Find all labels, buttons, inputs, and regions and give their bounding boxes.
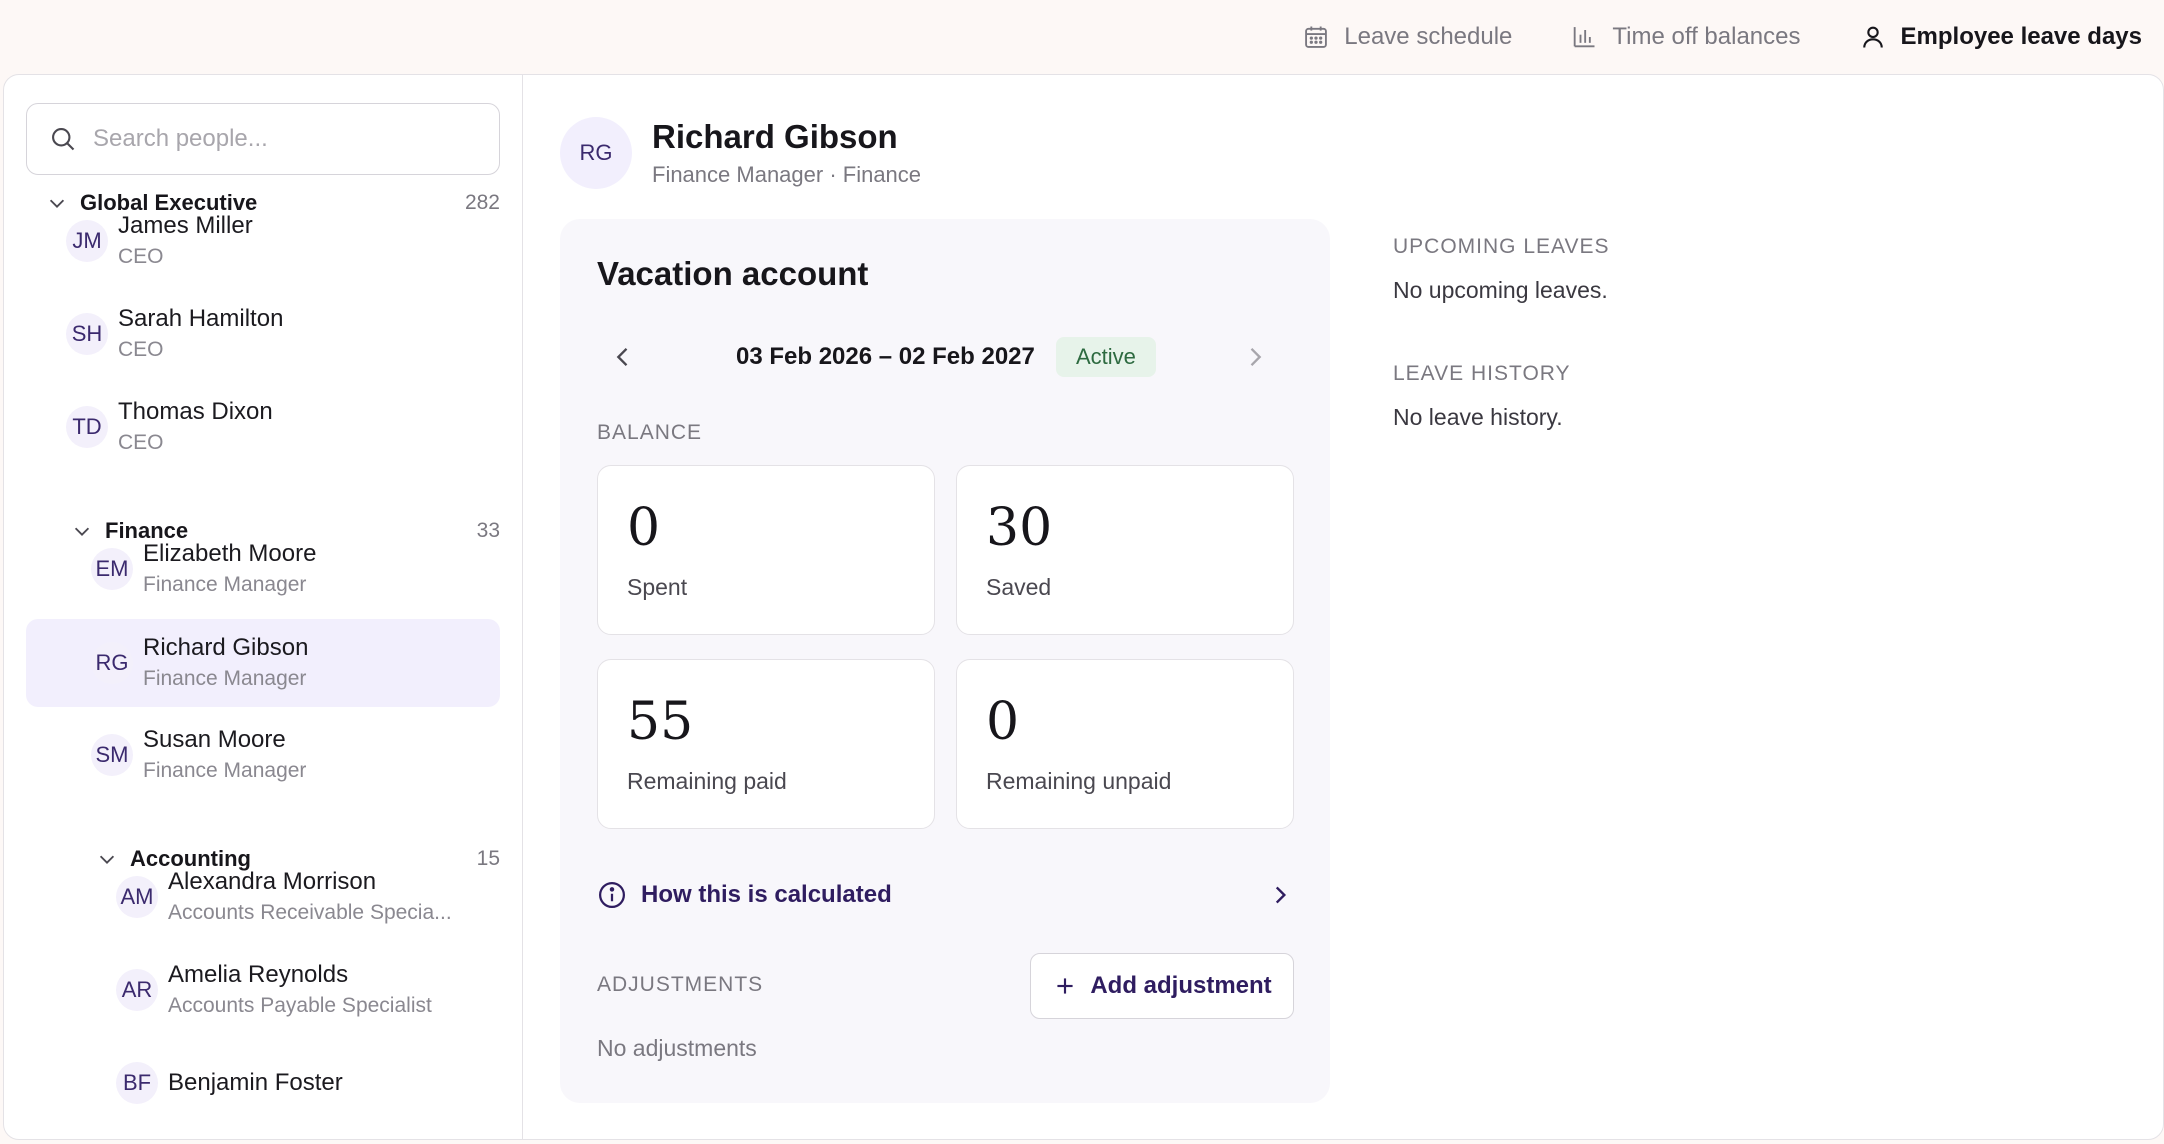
nav-employee-leave-days[interactable]: Employee leave days bbox=[1859, 23, 2142, 51]
avatar: AR bbox=[116, 969, 158, 1011]
list-item-richard-gibson[interactable]: RG Richard Gibson Finance Manager bbox=[26, 619, 500, 707]
chevron-left-icon[interactable] bbox=[609, 343, 637, 371]
person-name: James Miller bbox=[118, 212, 253, 239]
stat-value: 30 bbox=[986, 498, 1053, 558]
person-role: Accounts Payable Specialist bbox=[168, 994, 432, 1017]
stat-remaining-paid: 55 Remaining paid bbox=[597, 659, 935, 829]
search-input[interactable] bbox=[93, 125, 473, 153]
avatar: JM bbox=[66, 220, 108, 262]
person-name: Elizabeth Moore bbox=[143, 540, 317, 567]
people-sidebar: Global Executive 282 JM James Miller CEO… bbox=[4, 75, 523, 1139]
person-role: Finance Manager bbox=[143, 667, 307, 690]
stat-label: Remaining unpaid bbox=[986, 768, 1172, 794]
search-box[interactable] bbox=[26, 103, 500, 175]
person-name: Alexandra Morrison bbox=[168, 868, 377, 895]
calendar-icon bbox=[1305, 26, 1328, 48]
list-item-amelia-reynolds[interactable]: AR Amelia Reynolds Accounts Payable Spec… bbox=[116, 946, 500, 1034]
employee-subtitle: Finance Manager · Finance bbox=[652, 162, 922, 187]
person-role: Accounts Receivable Specia... bbox=[168, 901, 452, 924]
add-adjustment-label: Add adjustment bbox=[1090, 972, 1272, 999]
nav-label: Leave schedule bbox=[1344, 23, 1513, 50]
chevron-down-icon bbox=[99, 855, 115, 864]
upcoming-leaves-text: No upcoming leaves. bbox=[1393, 277, 1608, 303]
avatar: AM bbox=[116, 876, 158, 918]
period-selector: 03 Feb 2026 – 02 Feb 2027 Active bbox=[597, 337, 1293, 377]
leave-history-text: No leave history. bbox=[1393, 404, 1563, 430]
leaves-summary: UPCOMING LEAVES No upcoming leaves. LEAV… bbox=[1393, 235, 1610, 431]
plus-icon bbox=[1057, 978, 1073, 994]
employee-header: RG Richard Gibson Finance Manager · Fina… bbox=[560, 115, 921, 191]
card-title: Vacation account bbox=[597, 255, 869, 292]
person-role: Finance Manager bbox=[143, 573, 307, 596]
stat-label: Remaining paid bbox=[627, 768, 787, 794]
stat-value: 55 bbox=[627, 692, 694, 752]
avatar: EM bbox=[91, 548, 133, 590]
person-role: Finance Manager bbox=[143, 759, 307, 782]
avatar: SM bbox=[91, 734, 133, 776]
person-name: Susan Moore bbox=[143, 726, 286, 753]
list-item-susan-moore[interactable]: SM Susan Moore Finance Manager bbox=[91, 711, 500, 799]
nav-label: Time off balances bbox=[1612, 23, 1801, 50]
person-name: Richard Gibson bbox=[143, 634, 309, 661]
person-name: Benjamin Foster bbox=[168, 1069, 343, 1096]
stat-remaining-unpaid: 0 Remaining unpaid bbox=[956, 659, 1294, 829]
bar-chart-icon bbox=[1574, 27, 1595, 48]
person-name: Thomas Dixon bbox=[118, 398, 273, 425]
chevron-down-icon bbox=[49, 199, 65, 208]
stat-label: Saved bbox=[986, 574, 1052, 600]
how-calculated-link[interactable]: How this is calculated bbox=[597, 875, 1293, 915]
nav-label: Employee leave days bbox=[1900, 23, 2142, 50]
person-name: Sarah Hamilton bbox=[118, 305, 284, 332]
how-calculated-label: How this is calculated bbox=[641, 881, 892, 908]
nav-time-off-balances[interactable]: Time off balances bbox=[1570, 23, 1801, 51]
avatar: BF bbox=[116, 1062, 158, 1104]
stat-spent: 0 Spent bbox=[597, 465, 935, 635]
person-role: CEO bbox=[118, 245, 164, 268]
adjustments-label: ADJUSTMENTS bbox=[597, 973, 764, 996]
chevron-down-icon bbox=[74, 527, 90, 536]
user-icon bbox=[1862, 26, 1883, 48]
add-adjustment-button[interactable]: Add adjustment bbox=[1030, 953, 1294, 1019]
search-icon bbox=[52, 128, 75, 151]
avatar: RG bbox=[560, 117, 632, 189]
top-navigation: Leave schedule Time off balances Employe… bbox=[0, 0, 2164, 74]
main-panel: Global Executive 282 JM James Miller CEO… bbox=[3, 74, 2164, 1140]
list-item-elizabeth-moore[interactable]: EM Elizabeth Moore Finance Manager bbox=[91, 525, 500, 613]
leave-history-label: LEAVE HISTORY bbox=[1393, 362, 1571, 385]
avatar: RG bbox=[91, 642, 133, 684]
list-item-james-miller[interactable]: JM James Miller CEO bbox=[66, 197, 500, 285]
info-icon bbox=[599, 882, 625, 908]
stat-saved: 30 Saved bbox=[956, 465, 1294, 635]
stat-label: Spent bbox=[627, 574, 688, 600]
stat-value: 0 bbox=[627, 498, 661, 558]
list-item-sarah-hamilton[interactable]: SH Sarah Hamilton CEO bbox=[66, 290, 500, 378]
nav-leave-schedule[interactable]: Leave schedule bbox=[1302, 23, 1512, 51]
avatar: TD bbox=[66, 406, 108, 448]
list-item-alexandra-morrison[interactable]: AM Alexandra Morrison Accounts Receivabl… bbox=[116, 853, 500, 941]
list-item-thomas-dixon[interactable]: TD Thomas Dixon CEO bbox=[66, 383, 500, 471]
no-adjustments-text: No adjustments bbox=[597, 1035, 757, 1061]
balance-label: BALANCE bbox=[597, 421, 703, 444]
vacation-account-card: Vacation account 03 Feb 2026 – 02 Feb 20… bbox=[560, 219, 1330, 1103]
status-badge: Active bbox=[1056, 337, 1156, 377]
period-range: 03 Feb 2026 – 02 Feb 2027 bbox=[736, 343, 1035, 370]
avatar: SH bbox=[66, 313, 108, 355]
chevron-right-icon[interactable] bbox=[1241, 343, 1269, 371]
list-item-benjamin-foster[interactable]: BF Benjamin Foster bbox=[116, 1039, 500, 1127]
chevron-right-icon bbox=[1275, 886, 1287, 904]
stat-value: 0 bbox=[986, 692, 1020, 752]
page-title: Richard Gibson bbox=[652, 118, 898, 155]
person-role: CEO bbox=[118, 431, 164, 454]
person-role: CEO bbox=[118, 338, 164, 361]
upcoming-leaves-label: UPCOMING LEAVES bbox=[1393, 235, 1610, 258]
person-name: Amelia Reynolds bbox=[168, 961, 349, 988]
